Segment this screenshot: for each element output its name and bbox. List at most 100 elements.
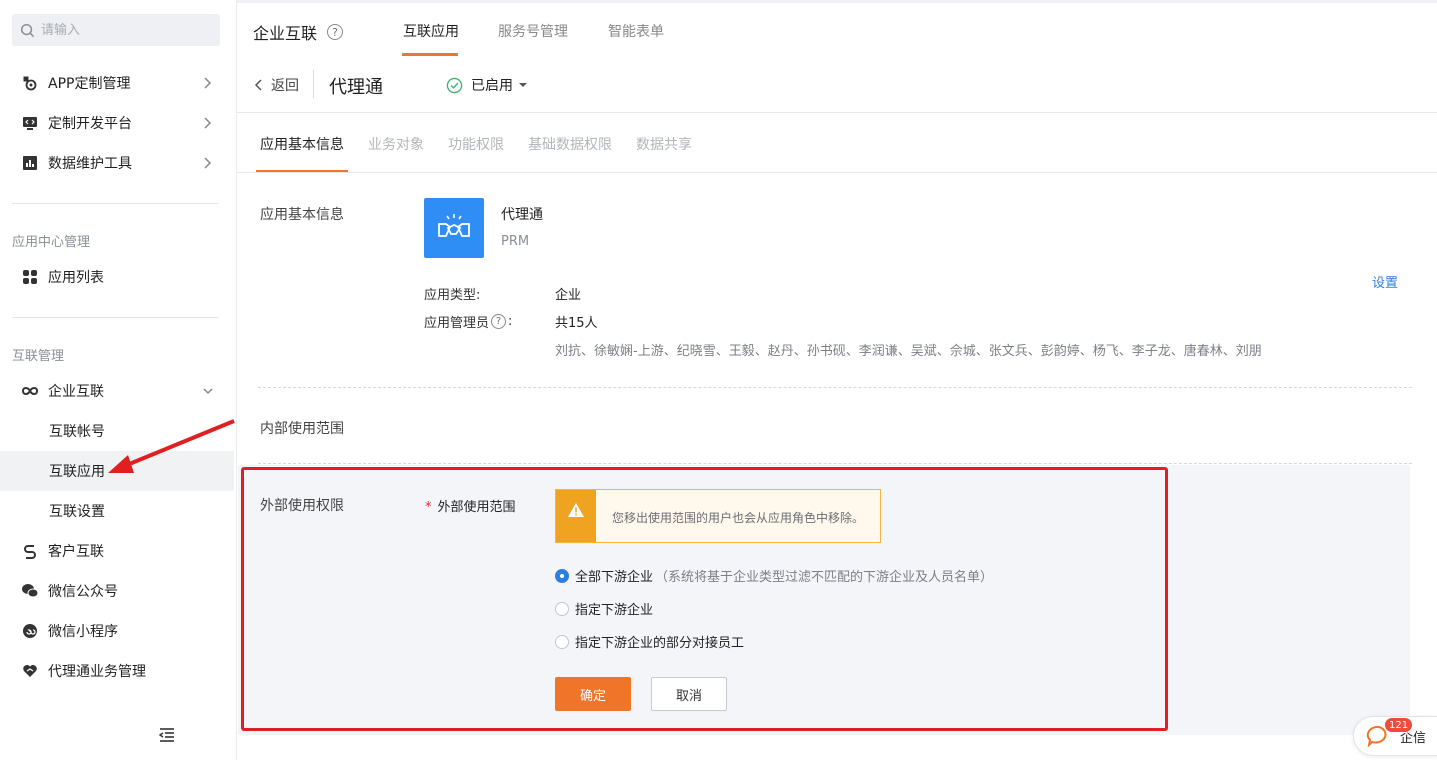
unread-badge: 121 [1384, 717, 1414, 733]
caret-down-icon [519, 83, 527, 87]
sidebar-item-data-tool[interactable]: 数据维护工具 [0, 143, 236, 183]
group-title-app-center: 应用中心管理 [12, 235, 91, 250]
sidebar-item-wechat-miniprogram[interactable]: 微信小程序 [0, 611, 236, 651]
search-icon [20, 23, 35, 37]
chat-bubble-icon: 121 [1366, 717, 1414, 749]
dev-platform-icon [21, 114, 39, 132]
chevron-right-icon [204, 77, 212, 89]
active-tab-indicator [402, 53, 458, 56]
tab-service-account[interactable]: 服务号管理 [498, 21, 568, 41]
help-icon[interactable]: ? [491, 314, 507, 329]
warning-alert: 您移出使用范围的用户也会从应用角色中移除。 [555, 489, 881, 543]
heart-handshake-icon [21, 662, 39, 680]
miniprogram-icon [21, 622, 39, 640]
search-box[interactable] [12, 14, 220, 46]
radio-button[interactable] [555, 568, 569, 583]
radio-label: 指定下游企业 [575, 603, 654, 618]
subtab-business-object[interactable]: 业务对象 [368, 134, 424, 154]
warning-icon-bar [556, 490, 596, 542]
status-dropdown[interactable]: 已启用 [446, 75, 528, 95]
sidebar-item-label: 微信公众号 [48, 584, 118, 600]
external-scope-label: * 外部使用范围 [425, 496, 516, 515]
wechat-icon [21, 582, 39, 600]
settings-link[interactable]: 设置 [1372, 272, 1398, 291]
handshake-icon [438, 214, 470, 237]
confirm-button[interactable]: 确定 [555, 677, 631, 711]
required-star: * [425, 500, 432, 515]
section-label-basic: 应用基本信息 [260, 207, 344, 223]
sidebar-item-label: 客户互联 [48, 544, 104, 560]
customer-link-icon [21, 542, 39, 560]
subtab-data-sharing[interactable]: 数据共享 [636, 134, 692, 154]
app-type-label: 应用类型: [424, 288, 481, 303]
admin-label: 应用管理员 ? : [424, 312, 512, 331]
radio-button[interactable] [555, 634, 569, 649]
admin-names: 刘抗、徐敏娴-上游、纪晓雪、王毅、赵丹、孙书砚、李润谦、吴斌、佘城、张文兵、彭韵… [555, 344, 1262, 359]
external-scope-label-text: 外部使用范围 [437, 500, 516, 515]
sidebar-item-label: 数据维护工具 [48, 156, 132, 172]
data-tool-icon [21, 154, 39, 172]
radio-all-downstream[interactable]: 全部下游企业 （系统将基于企业类型过滤不匹配的下游企业及人员名单） [555, 566, 993, 585]
header-divider [237, 112, 1437, 113]
chevron-down-icon [203, 388, 213, 395]
subtab-divider [237, 172, 1437, 173]
radio-button[interactable] [555, 601, 569, 616]
top-border [237, 0, 1437, 3]
admin-label-text: 应用管理员 [424, 316, 490, 331]
infinity-icon [21, 382, 39, 400]
search-input[interactable] [41, 22, 201, 38]
grid-icon [21, 268, 39, 286]
sidebar-item-app-list[interactable]: 应用列表 [0, 257, 236, 297]
qixin-chat-button[interactable]: 121 企信 [1353, 716, 1437, 756]
group-title-interconnect: 互联管理 [12, 349, 65, 364]
radio-note: （系统将基于企业类型过滤不匹配的下游企业及人员名单） [655, 570, 994, 585]
section-label-external: 外部使用权限 [260, 498, 344, 514]
annotation-arrow [108, 419, 235, 473]
sidebar-item-label: 企业互联 [48, 384, 104, 400]
sidebar-item-prm-business[interactable]: 代理通业务管理 [0, 651, 236, 691]
page-title-text: 企业互联 [253, 24, 318, 43]
status-label: 已启用 [471, 78, 513, 94]
sidebar-item-enterprise-interconnect[interactable]: 企业互联 [0, 371, 236, 411]
check-circle-icon [446, 77, 463, 93]
cancel-button[interactable]: 取消 [651, 677, 727, 711]
radio-specified-employees[interactable]: 指定下游企业的部分对接员工 [555, 632, 744, 651]
chevron-left-icon [254, 79, 262, 91]
chevron-right-icon [204, 157, 212, 169]
admin-label-colon: : [508, 314, 513, 329]
admin-count: 共15人 [555, 316, 598, 331]
radio-label: 指定下游企业的部分对接员工 [575, 636, 745, 651]
subtab-basic-info[interactable]: 应用基本信息 [260, 134, 344, 154]
collapse-sidebar-icon[interactable] [158, 726, 176, 744]
radio-specified-downstream[interactable]: 指定下游企业 [555, 599, 653, 618]
back-button[interactable]: 返回 [253, 75, 299, 95]
sidebar-divider [12, 317, 218, 318]
tab-smart-form[interactable]: 智能表单 [608, 21, 664, 41]
section-divider [258, 387, 1412, 388]
sidebar-item-label: 代理通业务管理 [48, 664, 146, 680]
tab-interconnect-apps[interactable]: 互联应用 [403, 21, 459, 41]
app-title: 代理通 [501, 207, 543, 223]
sidebar-subitem-settings[interactable]: 互联设置 [0, 491, 234, 531]
section-label-internal: 内部使用范围 [260, 421, 344, 437]
sidebar-item-label: APP定制管理 [48, 76, 131, 92]
subtab-function-permission[interactable]: 功能权限 [448, 134, 504, 154]
subtab-basic-data-permission[interactable]: 基础数据权限 [528, 134, 612, 154]
page-title: 企业互联 ? [253, 20, 344, 44]
section-divider [258, 463, 1412, 464]
back-label: 返回 [271, 78, 299, 94]
app-icon [424, 198, 484, 258]
sidebar-item-dev-platform[interactable]: 定制开发平台 [0, 103, 236, 143]
sidebar-item-label: 应用列表 [48, 270, 104, 286]
sidebar-item-app-custom[interactable]: APP定制管理 [0, 63, 236, 103]
sidebar-item-label: 微信小程序 [48, 624, 118, 640]
sidebar-item-wechat-official[interactable]: 微信公众号 [0, 571, 236, 611]
app-custom-icon [21, 74, 39, 92]
sidebar: APP定制管理 定制开发平台 数据维护工具 应用中心管理 应用列表 互联管理 企… [0, 0, 237, 760]
warning-icon [568, 503, 584, 517]
help-icon[interactable]: ? [327, 24, 344, 40]
radio-label: 全部下游企业 [575, 570, 654, 585]
app-name: 代理通 [329, 77, 383, 98]
sidebar-divider [12, 203, 218, 204]
sidebar-item-customer-interconnect[interactable]: 客户互联 [0, 531, 236, 571]
